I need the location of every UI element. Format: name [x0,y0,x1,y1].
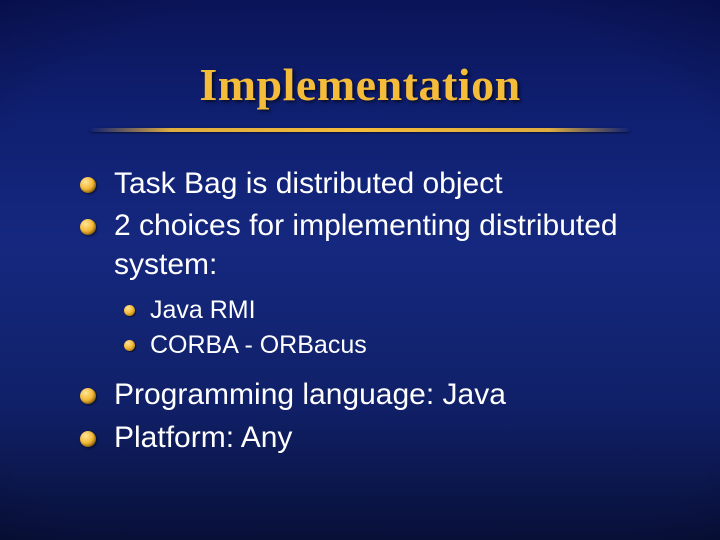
slide: Implementation Task Bag is distributed o… [0,0,720,540]
bullet-text: Task Bag is distributed object [114,167,503,200]
bullet-text: Platform: Any [114,421,292,454]
bullet-icon [80,388,96,404]
slide-body: Task Bag is distributed object 2 choices… [80,165,660,461]
sub-bullet-text: CORBA - ORBacus [150,331,367,359]
bullet-icon [80,177,96,193]
sub-bullet-text: Java RMI [150,296,256,324]
bullet-item: Programming language: Java [80,376,660,414]
slide-title: Implementation [0,58,720,111]
bullet-item: Task Bag is distributed object [80,165,660,203]
sub-bullet-item: CORBA - ORBacus [80,329,660,362]
bullet-icon [80,219,96,235]
sub-bullet-item: Java RMI [80,294,660,327]
bullet-text: Programming language: Java [114,378,506,411]
title-underline [90,128,630,132]
bullet-text: 2 choices for implementing distributed s… [114,209,618,280]
bullet-icon [124,305,135,316]
bullet-item: Platform: Any [80,419,660,457]
bullet-icon [80,431,96,447]
bullet-icon [124,340,135,351]
bullet-item: 2 choices for implementing distributed s… [80,207,660,284]
sub-bullet-group: Java RMI CORBA - ORBacus [80,294,660,362]
